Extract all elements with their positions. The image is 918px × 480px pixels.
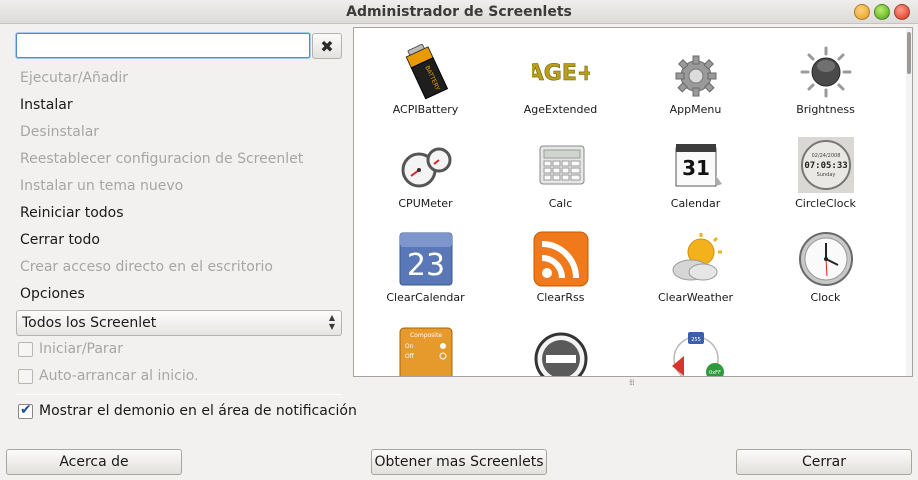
age-logo-icon: AGE+: [532, 61, 590, 87]
screenlet-circleclock[interactable]: 02/24/2008 07:05:33 Sunday CircleClock: [758, 126, 893, 220]
svg-text:Off: Off: [405, 353, 415, 360]
screenlet-brightness[interactable]: Brightness: [758, 32, 893, 126]
separator: [16, 394, 342, 395]
autostart-label: Auto-arrancar al inicio.: [39, 368, 199, 384]
window-title: Administrador de Screenlets: [346, 4, 572, 20]
svg-text:AGE+: AGE+: [532, 61, 590, 86]
action-reset-config[interactable]: Reestablecer configuracion de Screenlet: [20, 146, 350, 173]
screenlet-label: CPUMeter: [398, 197, 453, 210]
screenlet-composite[interactable]: Composite On Off: [358, 316, 493, 376]
screenlet-clearweather[interactable]: ClearWeather: [628, 220, 763, 314]
start-stop-row[interactable]: Iniciar/Parar: [18, 338, 123, 360]
screenlet-appmenu[interactable]: AppMenu: [628, 32, 763, 126]
color-icon: 255 0xFF: [672, 332, 724, 376]
svg-text:0xFF: 0xFF: [709, 370, 721, 376]
screenlet-label: Brightness: [796, 103, 855, 116]
svg-text:Composite: Composite: [410, 332, 442, 339]
search-input[interactable]: [16, 33, 310, 58]
svg-text:255: 255: [691, 337, 701, 343]
brightness-icon: [800, 46, 852, 98]
maximize-button[interactable]: [874, 4, 890, 20]
close-window-button[interactable]: [894, 4, 910, 20]
screenlet-clock[interactable]: Clock: [758, 220, 893, 314]
screenlet-clearrss[interactable]: ClearRss: [493, 220, 628, 314]
autostart-row[interactable]: Auto-arrancar al inicio.: [18, 365, 199, 387]
filter-selected: Todos los Screenlet: [22, 315, 157, 331]
screenlet-label: ClearCalendar: [386, 291, 465, 304]
start-stop-checkbox[interactable]: [18, 341, 33, 357]
screenlet-label: ClearWeather: [657, 291, 734, 304]
action-create-shortcut[interactable]: Crear acceso directo en el escritorio: [20, 254, 350, 281]
calculator-icon: [539, 145, 585, 185]
close-button[interactable]: Cerrar: [736, 449, 912, 475]
screenlet-no-entry[interactable]: [493, 316, 628, 376]
screenlet-label: Clock: [810, 291, 841, 304]
calendar-icon: 31: [675, 144, 722, 187]
window-controls: [854, 4, 910, 20]
clear-search-button[interactable]: ✖: [312, 33, 342, 59]
svg-text:23: 23: [407, 248, 445, 283]
get-more-screenlets-button[interactable]: Obtener mas Screenlets: [371, 449, 547, 475]
screenlet-label: AgeExtended: [523, 103, 598, 116]
actions-list: Ejecutar/Añadir Instalar Desinstalar Ree…: [20, 65, 350, 308]
no-entry-icon: [534, 332, 588, 376]
digital-clock-icon: 02/24/2008 07:05:33 Sunday: [798, 137, 854, 193]
action-options[interactable]: Opciones: [20, 281, 350, 308]
screenlets-grid[interactable]: BATTERY ACPIBattery AGE+ AgeExtended App…: [353, 27, 913, 377]
scrollbar[interactable]: [906, 28, 912, 376]
tray-checkbox[interactable]: [18, 402, 33, 419]
screenlet-label: ACPIBattery: [392, 103, 459, 116]
svg-text:02/24/2008: 02/24/2008: [812, 153, 841, 159]
start-stop-label: Iniciar/Parar: [39, 341, 124, 357]
clear-icon: ✖: [320, 36, 334, 56]
tray-label: Mostrar el demonio en el área de notific…: [39, 403, 357, 419]
screenlet-label: ClearRss: [536, 291, 585, 304]
updown-arrows-icon: ▲ ▼: [328, 313, 335, 331]
screenlet-ageextended[interactable]: AGE+ AgeExtended: [493, 32, 628, 126]
battery-icon: BATTERY: [405, 43, 449, 100]
action-run-add[interactable]: Ejecutar/Añadir: [20, 65, 350, 92]
screenlet-clearcalendar[interactable]: 23 ClearCalendar: [358, 220, 493, 314]
action-install-theme[interactable]: Instalar un tema nuevo: [20, 173, 350, 200]
search-row: ✖: [16, 33, 342, 59]
svg-text:07:05:33: 07:05:33: [804, 161, 847, 171]
autostart-checkbox[interactable]: [18, 368, 33, 384]
title-bar: Administrador de Screenlets: [0, 0, 918, 24]
teal-shape-icon: [797, 326, 855, 377]
screenlet-colors[interactable]: 255 0xFF: [628, 316, 763, 376]
screenlet-cpumeter[interactable]: CPUMeter: [358, 126, 493, 220]
composite-icon: Composite On Off: [399, 327, 453, 376]
clear-calendar-icon: 23: [399, 232, 453, 286]
action-restart-all[interactable]: Reiniciar todos: [20, 200, 350, 227]
action-uninstall[interactable]: Desinstalar: [20, 119, 350, 146]
screenlet-label: Calendar: [670, 197, 721, 210]
weather-icon: [672, 233, 722, 281]
rss-icon: [533, 231, 589, 287]
action-close-all[interactable]: Cerrar todo: [20, 227, 350, 254]
svg-text:31: 31: [682, 156, 710, 180]
tray-row[interactable]: Mostrar el demonio en el área de notific…: [18, 400, 357, 422]
screenlet-calendar[interactable]: 31 Calendar: [628, 126, 763, 220]
filter-select[interactable]: Todos los Screenlet ▲ ▼: [16, 310, 342, 336]
screenlet-acpibattery[interactable]: BATTERY ACPIBattery: [358, 32, 493, 126]
screenlet-label: CircleClock: [795, 197, 856, 210]
svg-text:Sunday: Sunday: [817, 172, 836, 178]
about-button[interactable]: Acerca de: [6, 449, 182, 475]
screenlet-label: Calc: [548, 197, 573, 210]
screenlet-teal[interactable]: [758, 316, 893, 377]
svg-text:On: On: [405, 343, 414, 350]
screenlet-label: AppMenu: [669, 103, 722, 116]
action-install[interactable]: Instalar: [20, 92, 350, 119]
scrollbar-thumb[interactable]: [907, 32, 911, 74]
screenlet-calc[interactable]: Calc: [493, 126, 628, 220]
gear-icon: [675, 55, 717, 97]
gauge-icon: [401, 147, 452, 188]
minimize-button[interactable]: [854, 4, 870, 20]
pane-resize-grip[interactable]: ⁞⁞⁞: [629, 378, 635, 387]
clock-icon: [799, 232, 853, 286]
